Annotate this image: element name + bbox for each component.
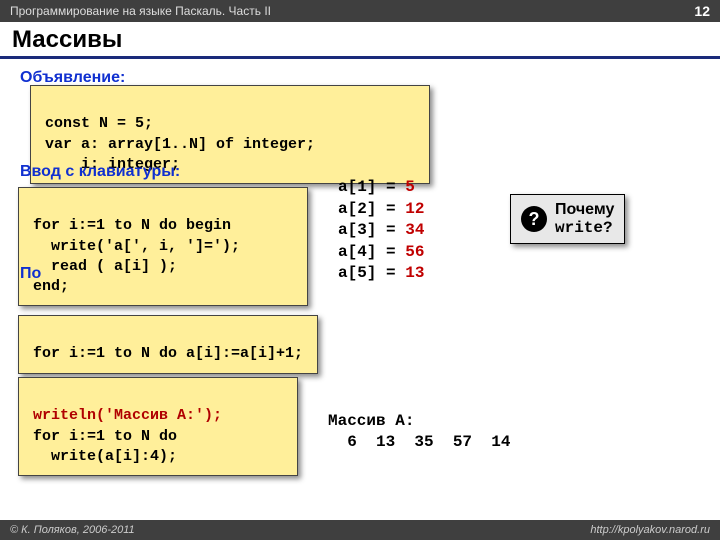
section-input: Ввод с клавиатуры: bbox=[20, 163, 180, 181]
output-values: 6 13 35 57 14 bbox=[328, 433, 510, 451]
list-item: a[2] = 12 bbox=[338, 199, 424, 221]
code-line: for i:=1 to N do a[i]:=a[i]+1; bbox=[33, 345, 303, 362]
content-area: Объявление: const N = 5; var a: array[1.… bbox=[0, 59, 720, 529]
footer-url: http://kpolyakov.narod.ru bbox=[590, 524, 710, 536]
callout-why-write: ? Почему write? bbox=[510, 194, 625, 244]
list-item: a[4] = 56 bbox=[338, 242, 424, 264]
page-title: Массивы bbox=[0, 22, 720, 59]
list-item: a[1] = 5 bbox=[338, 177, 424, 199]
code-line: for i:=1 to N do bbox=[33, 428, 186, 445]
code-input-loop: for i:=1 to N do begin write('a[', i, ']… bbox=[18, 187, 308, 306]
program-output: Массив A: 6 13 35 57 14 bbox=[328, 389, 510, 454]
list-item: a[5] = 13 bbox=[338, 263, 424, 285]
callout-line: Почему bbox=[555, 201, 614, 219]
code-output: writeln('Массив A:'); for i:=1 to N do w… bbox=[18, 377, 298, 476]
footer-bar: © К. Поляков, 2006-2011 http://kpolyakov… bbox=[0, 520, 720, 540]
breadcrumb: Программирование на языке Паскаль. Часть… bbox=[10, 4, 271, 18]
callout-text: Почему write? bbox=[555, 201, 614, 237]
code-line: read ( a[i] ); bbox=[33, 258, 177, 275]
code-line: for i:=1 to N do begin bbox=[33, 217, 231, 234]
top-bar: Программирование на языке Паскаль. Часть… bbox=[0, 0, 720, 22]
code-increment: for i:=1 to N do a[i]:=a[i]+1; bbox=[18, 315, 318, 374]
code-line: write('a[', i, ']='); bbox=[33, 238, 240, 255]
list-item: a[3] = 34 bbox=[338, 220, 424, 242]
question-mark-icon: ? bbox=[521, 206, 547, 232]
code-line: writeln('Массив A:'); bbox=[33, 407, 222, 424]
callout-line: write? bbox=[555, 219, 614, 237]
code-line: write(a[i]:4); bbox=[33, 448, 177, 465]
code-line: var a: array[1..N] of integer; bbox=[45, 136, 315, 153]
output-title: Массив A: bbox=[328, 412, 414, 430]
section-elementwise: По bbox=[20, 265, 41, 283]
page-number: 12 bbox=[694, 3, 710, 19]
array-values-list: a[1] = 5 a[2] = 12 a[3] = 34 a[4] = 56 a… bbox=[338, 177, 424, 285]
code-line: const N = 5; bbox=[45, 115, 153, 132]
footer-copyright: © К. Поляков, 2006-2011 bbox=[10, 524, 135, 536]
